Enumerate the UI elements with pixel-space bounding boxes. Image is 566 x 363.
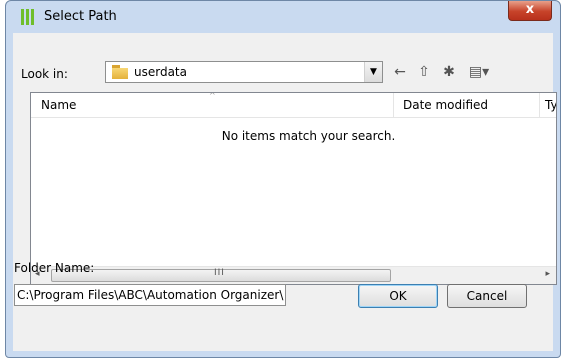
app-icon	[20, 9, 36, 25]
horizontal-scrollbar[interactable]: ◂ III ▸	[31, 266, 556, 284]
new-folder-icon[interactable]: ✱	[439, 62, 459, 82]
current-folder: userdata	[134, 65, 187, 79]
up-folder-icon[interactable]: ⇧	[414, 62, 434, 82]
look-in-label: Look in:	[21, 67, 68, 81]
folder-name-field[interactable]	[14, 284, 286, 306]
window-title: Select Path	[44, 9, 117, 24]
view-menu-icon[interactable]: ▤▾	[465, 62, 493, 82]
cancel-button[interactable]: Cancel	[447, 284, 527, 308]
select-path-dialog: Select Path x Look in: userdata ▼ ← ⇧ ✱ …	[5, 0, 561, 358]
column-divider[interactable]	[539, 93, 540, 117]
title-bar: Select Path x	[6, 1, 560, 33]
empty-list-message: No items match your search.	[221, 129, 396, 143]
sort-indicator-icon: ^	[209, 92, 216, 100]
ok-button[interactable]: OK	[358, 284, 438, 308]
folder-icon	[112, 65, 128, 79]
file-list[interactable]: Name ^ Date modified Ty No items match y…	[30, 92, 557, 285]
scroll-right-icon[interactable]: ▸	[545, 269, 550, 279]
dropdown-arrow-icon[interactable]: ▼	[364, 62, 382, 82]
folder-name-label: Folder Name:	[14, 261, 95, 275]
scroll-grip-icon: III	[214, 268, 225, 278]
column-divider[interactable]	[393, 93, 394, 117]
column-header-date-modified[interactable]: Date modified	[403, 98, 488, 112]
list-header: Name ^ Date modified Ty	[31, 93, 556, 118]
look-in-combobox[interactable]: userdata ▼	[105, 61, 383, 83]
scroll-thumb[interactable]: III	[51, 268, 391, 282]
column-header-type[interactable]: Ty	[545, 98, 556, 112]
close-button[interactable]: x	[508, 1, 552, 21]
back-arrow-icon[interactable]: ←	[391, 62, 409, 82]
column-header-name[interactable]: Name	[41, 98, 76, 112]
